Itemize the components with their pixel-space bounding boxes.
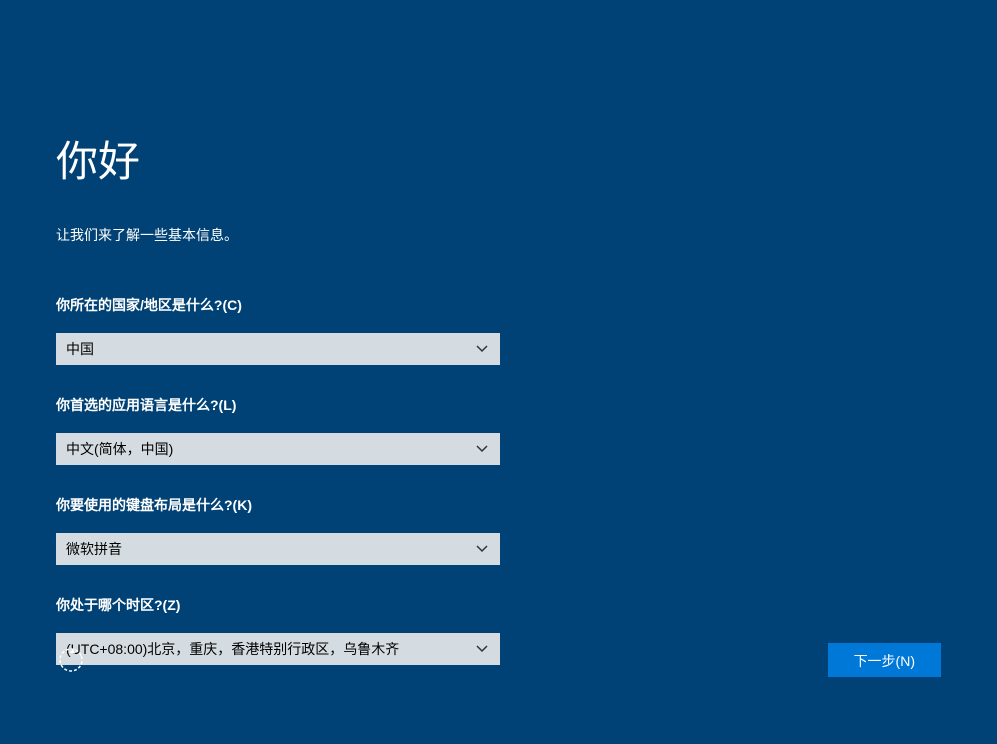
page-title: 你好 [56, 128, 941, 189]
country-form-group: 你所在的国家/地区是什么?(C) 中国 [56, 295, 941, 365]
footer: 下一步(N) [56, 643, 941, 677]
setup-container: 你好 让我们来了解一些基本信息。 你所在的国家/地区是什么?(C) 中国 你首选… [0, 0, 997, 665]
language-select[interactable]: 中文(简体，中国) [56, 433, 500, 465]
language-select-wrapper: 中文(简体，中国) [56, 433, 500, 465]
country-select-wrapper: 中国 [56, 333, 500, 365]
keyboard-label: 你要使用的键盘布局是什么?(K) [56, 495, 941, 515]
next-button[interactable]: 下一步(N) [828, 643, 941, 677]
keyboard-form-group: 你要使用的键盘布局是什么?(K) 微软拼音 [56, 495, 941, 565]
accessibility-icon[interactable] [56, 645, 86, 675]
language-label: 你首选的应用语言是什么?(L) [56, 395, 941, 415]
country-label: 你所在的国家/地区是什么?(C) [56, 295, 941, 315]
keyboard-select-wrapper: 微软拼音 [56, 533, 500, 565]
country-select[interactable]: 中国 [56, 333, 500, 365]
language-form-group: 你首选的应用语言是什么?(L) 中文(简体，中国) [56, 395, 941, 465]
timezone-label: 你处于哪个时区?(Z) [56, 595, 941, 615]
page-subtitle: 让我们来了解一些基本信息。 [56, 225, 941, 245]
keyboard-select[interactable]: 微软拼音 [56, 533, 500, 565]
